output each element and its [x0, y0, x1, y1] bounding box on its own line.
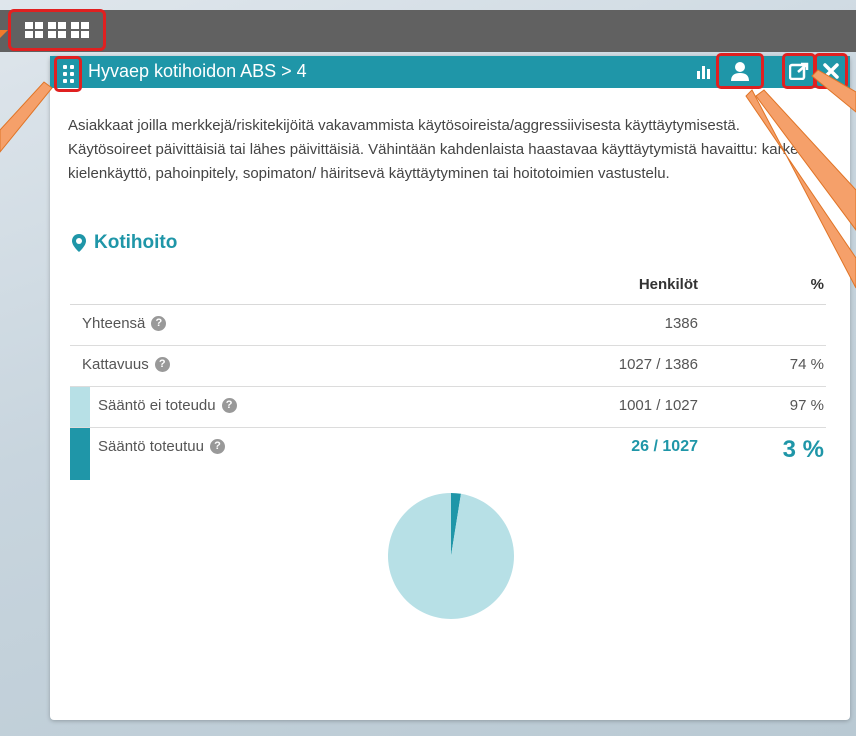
- annotation-arrows: [0, 30, 856, 289]
